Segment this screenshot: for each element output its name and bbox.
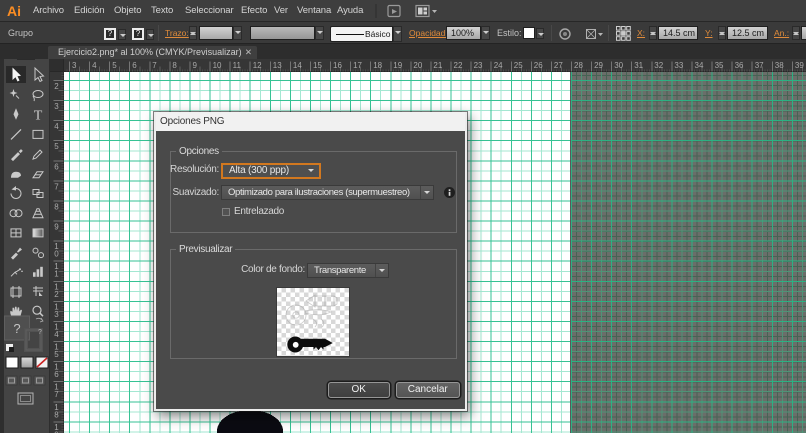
svg-text:28: 28 <box>574 61 583 70</box>
svg-text:22: 22 <box>454 61 463 70</box>
svg-text:16: 16 <box>333 61 342 70</box>
svg-text:2: 2 <box>54 290 59 299</box>
svg-text:20: 20 <box>413 61 422 70</box>
svg-text:35: 35 <box>715 61 724 70</box>
svg-text:8: 8 <box>54 410 59 419</box>
svg-text:7: 7 <box>152 61 157 70</box>
svg-text:2: 2 <box>54 82 59 91</box>
svg-text:18: 18 <box>373 61 382 70</box>
svg-text:38: 38 <box>775 61 784 70</box>
svg-text:24: 24 <box>494 61 503 70</box>
svg-text:5: 5 <box>54 142 59 151</box>
svg-text:3: 3 <box>54 102 59 111</box>
svg-text:0: 0 <box>54 250 59 259</box>
svg-text:17: 17 <box>353 61 362 70</box>
svg-text:12: 12 <box>253 61 262 70</box>
svg-text:8: 8 <box>54 203 59 212</box>
svg-text:26: 26 <box>534 61 543 70</box>
svg-text:7: 7 <box>54 182 59 191</box>
svg-text:4: 4 <box>54 122 59 131</box>
svg-text:13: 13 <box>273 61 282 70</box>
svg-text:33: 33 <box>674 61 683 70</box>
svg-text:6: 6 <box>54 162 59 171</box>
svg-text:6: 6 <box>54 370 59 379</box>
svg-text:1: 1 <box>54 270 59 279</box>
svg-text:21: 21 <box>433 61 442 70</box>
svg-text:36: 36 <box>735 61 744 70</box>
svg-text:32: 32 <box>654 61 663 70</box>
svg-text:15: 15 <box>313 61 322 70</box>
svg-text:14: 14 <box>293 61 302 70</box>
svg-text:5: 5 <box>54 350 59 359</box>
svg-text:6: 6 <box>132 61 137 70</box>
svg-text:19: 19 <box>393 61 402 70</box>
svg-text:4: 4 <box>54 330 59 339</box>
svg-text:31: 31 <box>634 61 643 70</box>
svg-text:30: 30 <box>614 61 623 70</box>
svg-text:37: 37 <box>755 61 764 70</box>
svg-text:9: 9 <box>193 61 198 70</box>
svg-text:8: 8 <box>172 61 177 70</box>
svg-text:3: 3 <box>72 61 77 70</box>
svg-text:39: 39 <box>795 61 804 70</box>
svg-text:?: ? <box>38 329 42 336</box>
svg-text:34: 34 <box>695 61 704 70</box>
svg-text:9: 9 <box>54 223 59 232</box>
svg-text:10: 10 <box>213 61 222 70</box>
svg-text:25: 25 <box>514 61 523 70</box>
svg-text:27: 27 <box>554 61 563 70</box>
svg-text:3: 3 <box>54 310 59 319</box>
svg-text:29: 29 <box>594 61 603 70</box>
svg-text:5: 5 <box>112 61 117 70</box>
svg-text:11: 11 <box>233 61 242 70</box>
svg-text:T: T <box>34 109 43 124</box>
svg-text:23: 23 <box>474 61 483 70</box>
svg-text:?: ? <box>13 321 20 336</box>
svg-text:7: 7 <box>54 390 59 399</box>
svg-text:4: 4 <box>92 61 97 70</box>
